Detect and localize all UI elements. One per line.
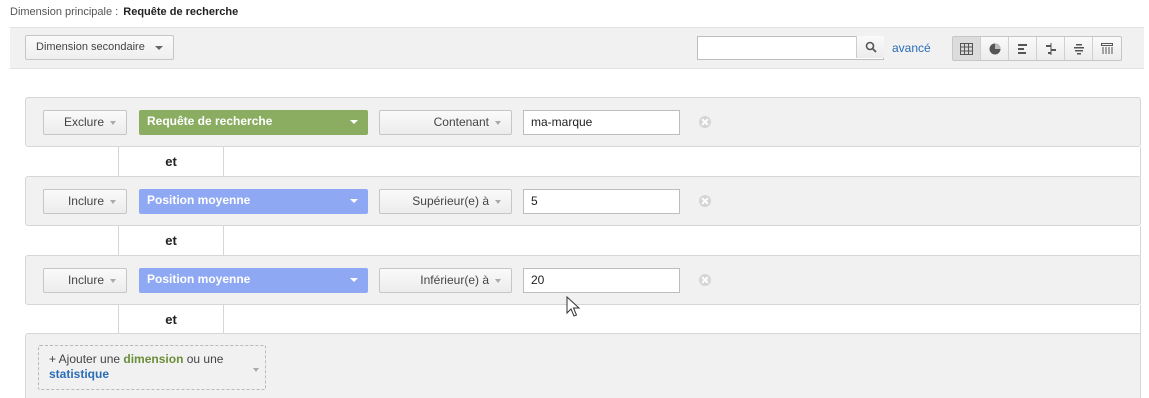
add-middle-text: ou une	[183, 352, 224, 366]
filter-dimension-dropdown[interactable]: Position moyenne	[139, 268, 368, 293]
include-exclude-dropdown[interactable]: Inclure	[43, 268, 127, 293]
chevron-down-icon	[350, 120, 358, 124]
and-condition-slot[interactable]	[224, 147, 1141, 177]
filter-condition-row: Exclure Requête de recherche Contenant m…	[25, 97, 1141, 147]
and-label: et	[118, 147, 224, 177]
chevron-down-icon	[110, 279, 116, 283]
filter-mode-label: Inclure	[67, 273, 104, 287]
remove-condition-icon[interactable]	[699, 116, 711, 128]
chevron-down-icon	[495, 121, 501, 125]
filter-operator-label: Supérieur(e) à	[412, 194, 489, 208]
advanced-filter-link[interactable]: avancé	[892, 41, 931, 55]
pivot-view-icon[interactable]	[1093, 37, 1121, 60]
filter-condition-row: Inclure Position moyenne Supérieur(e) à …	[25, 176, 1141, 226]
filter-dimension-label: Position moyenne	[147, 193, 251, 207]
filter-value-input[interactable]: 20	[523, 268, 680, 293]
chevron-down-icon	[110, 121, 116, 125]
primary-dimension: Dimension principale : Requête de recher…	[10, 6, 238, 18]
secondary-dimension-label: Dimension secondaire	[36, 41, 145, 53]
and-separator: et	[118, 147, 1141, 177]
filter-mode-label: Exclure	[63, 115, 104, 129]
primary-dimension-label: Dimension principale :	[10, 6, 119, 18]
add-prefix-text: + Ajouter une	[49, 352, 124, 366]
include-exclude-dropdown[interactable]: Exclure	[43, 110, 127, 135]
table-toolbar: Dimension secondaire avancé	[10, 27, 1144, 69]
chevron-down-icon	[154, 46, 163, 50]
mouse-cursor-icon	[566, 296, 581, 317]
search-button[interactable]	[856, 36, 884, 58]
term-cloud-view-icon[interactable]	[1065, 37, 1093, 60]
and-condition-slot[interactable]	[224, 305, 1141, 335]
and-separator: et	[118, 305, 1141, 335]
include-exclude-dropdown[interactable]: Inclure	[43, 189, 127, 214]
add-statistic-link[interactable]: statistique	[49, 367, 109, 381]
remove-condition-icon[interactable]	[699, 195, 711, 207]
search-icon	[865, 41, 877, 53]
chevron-down-icon	[350, 278, 358, 282]
chevron-down-icon	[110, 200, 116, 204]
filter-value-input[interactable]: ma-marque	[523, 110, 680, 135]
filter-dimension-dropdown[interactable]: Position moyenne	[139, 189, 368, 214]
secondary-dimension-dropdown[interactable]: Dimension secondaire	[25, 35, 174, 60]
chevron-down-icon	[350, 199, 358, 203]
table-view-icon[interactable]	[953, 37, 981, 60]
filter-operator-label: Contenant	[433, 115, 489, 129]
filter-dimension-label: Requête de recherche	[147, 114, 273, 128]
filter-mode-label: Inclure	[67, 194, 104, 208]
add-dimension-or-statistic-button[interactable]: + Ajouter une dimension ou une statistiq…	[38, 345, 266, 390]
filter-value-input[interactable]: 5	[523, 189, 680, 214]
filter-dimension-dropdown[interactable]: Requête de recherche	[139, 110, 368, 135]
filter-operator-dropdown[interactable]: Contenant	[379, 110, 512, 135]
filter-condition-row: Inclure Position moyenne Inférieur(e) à …	[25, 255, 1141, 305]
and-label: et	[118, 305, 224, 335]
and-condition-slot[interactable]	[224, 226, 1141, 256]
pie-view-icon[interactable]	[981, 37, 1009, 60]
search-box-overlay	[697, 36, 884, 60]
chevron-down-icon	[495, 279, 501, 283]
remove-condition-icon[interactable]	[699, 274, 711, 286]
and-label: et	[118, 226, 224, 256]
and-separator: et	[118, 226, 1141, 256]
add-dimension-link[interactable]: dimension	[123, 352, 183, 366]
comparison-view-icon[interactable]	[1037, 37, 1065, 60]
performance-view-icon[interactable]	[1009, 37, 1037, 60]
filter-operator-dropdown[interactable]: Supérieur(e) à	[379, 189, 512, 214]
chevron-down-icon	[495, 200, 501, 204]
filter-dimension-label: Position moyenne	[147, 272, 251, 286]
add-condition-panel: + Ajouter une dimension ou une statistiq…	[25, 333, 1141, 398]
filter-operator-label: Inférieur(e) à	[420, 273, 489, 287]
filter-operator-dropdown[interactable]: Inférieur(e) à	[379, 268, 512, 293]
view-selector	[952, 36, 1122, 61]
primary-dimension-value: Requête de recherche	[123, 6, 239, 18]
chevron-down-icon	[253, 368, 259, 372]
